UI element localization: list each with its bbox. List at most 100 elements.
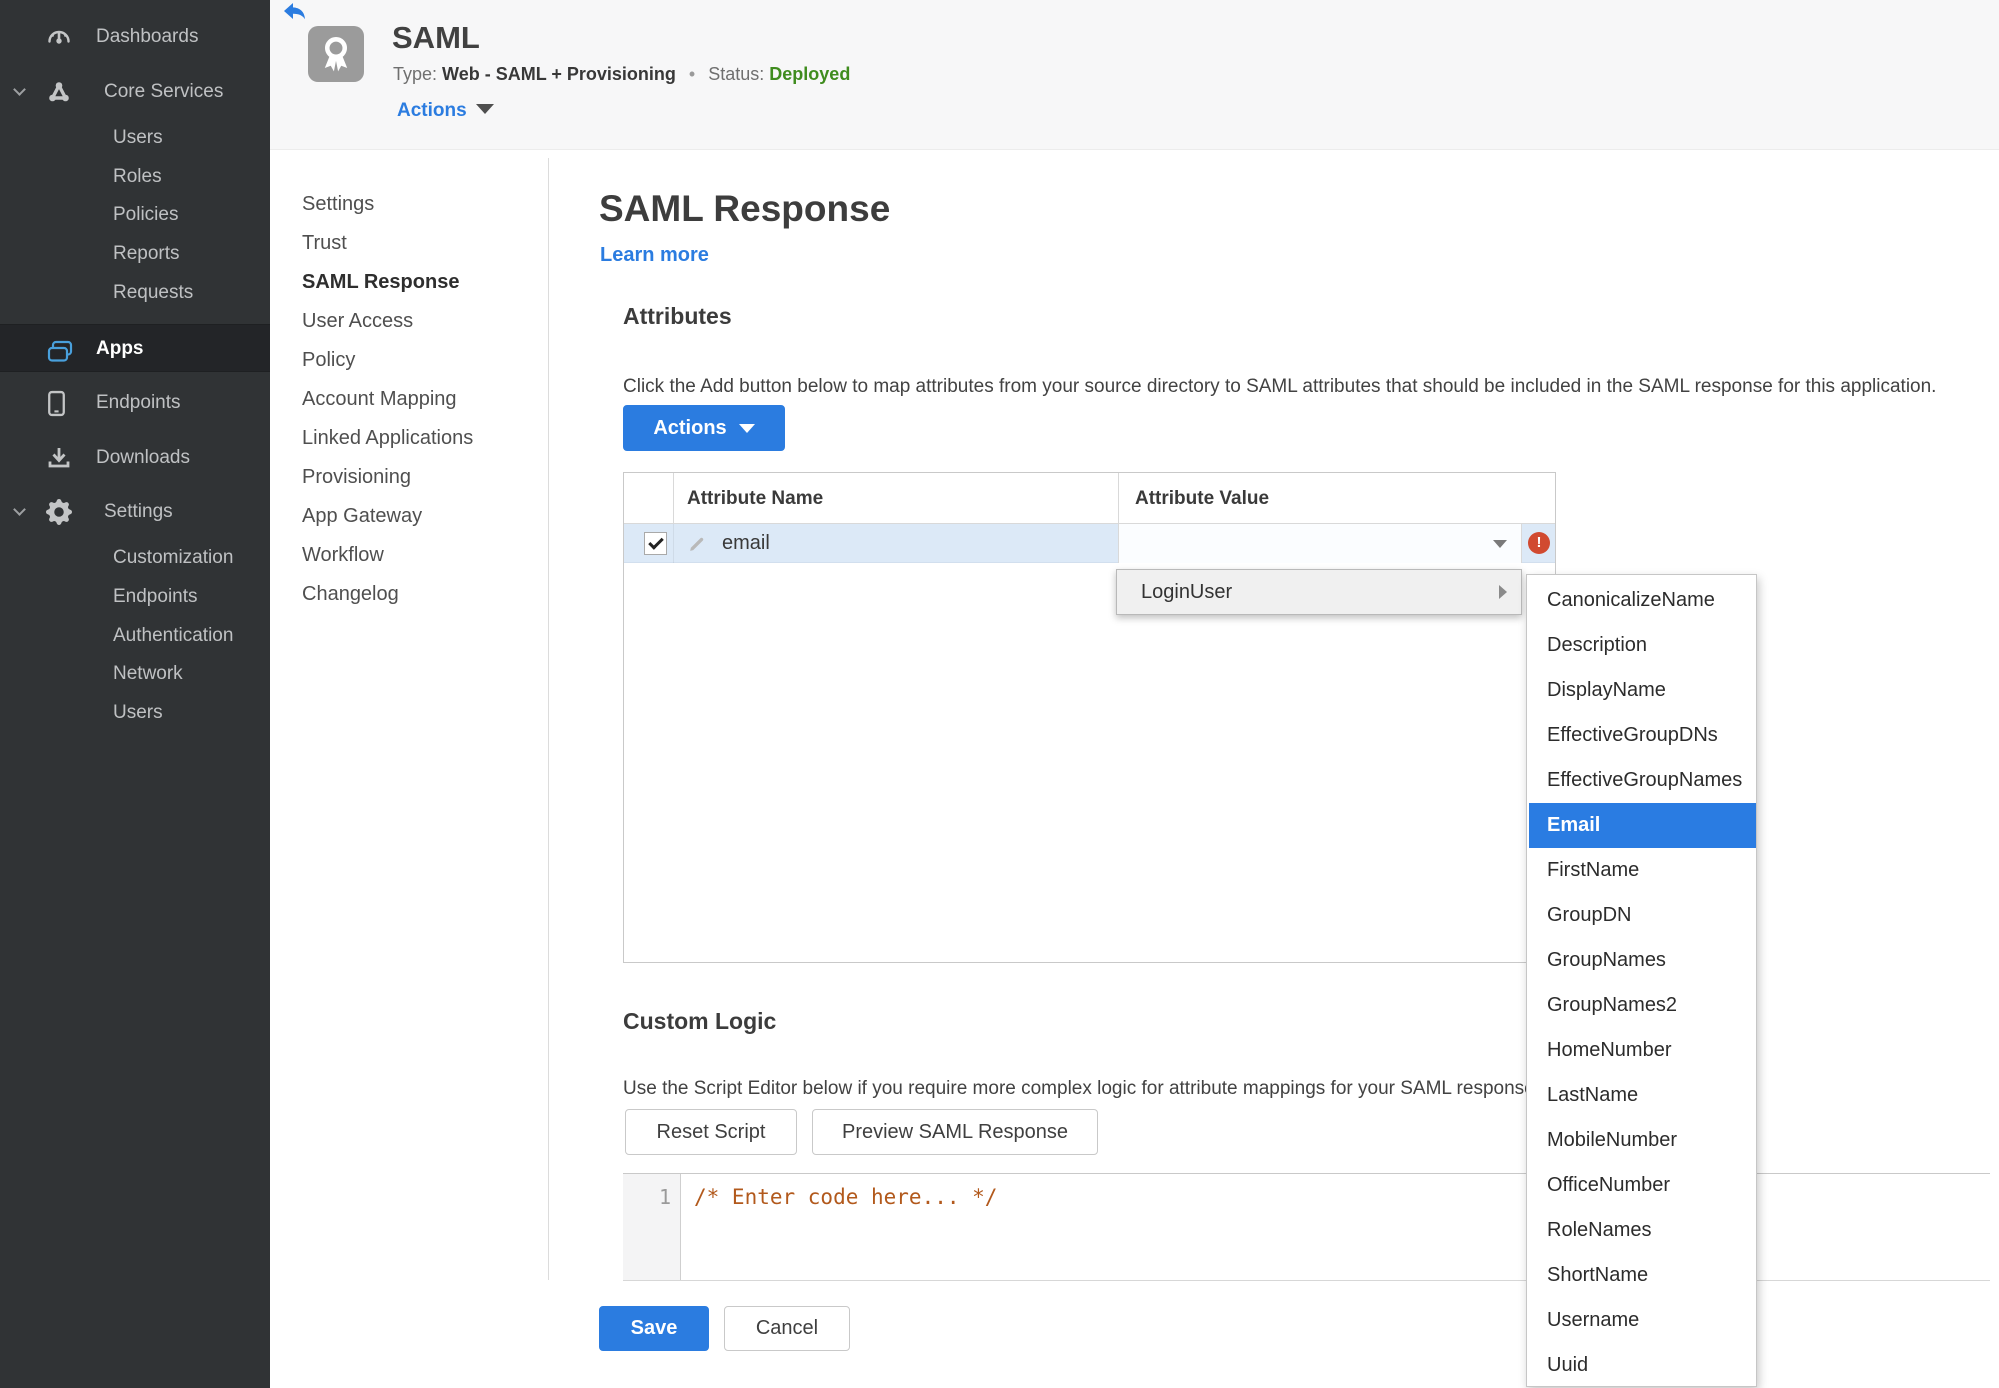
attributes-description: Click the Add button below to map attrib… xyxy=(623,376,1937,397)
sidebar-item-label: Users xyxy=(113,702,163,723)
header-actions-menu[interactable]: Actions xyxy=(397,100,494,122)
chevron-down-icon xyxy=(475,104,494,114)
subnav-item-settings[interactable]: Settings xyxy=(302,185,542,224)
column-header-attribute-name: Attribute Name xyxy=(673,473,823,524)
attributes-actions-label: Actions xyxy=(653,416,727,439)
sidebar: Dashboards Core Services Users Roles Policie… xyxy=(0,0,270,1388)
learn-more-link[interactable]: Learn more xyxy=(600,244,709,267)
edit-pencil-icon[interactable] xyxy=(688,534,707,553)
cancel-button[interactable]: Cancel xyxy=(724,1306,850,1351)
type-label: Type: xyxy=(393,64,438,84)
sidebar-item-customization[interactable]: Customization xyxy=(0,539,270,577)
submenu-option-shortname[interactable]: ShortName xyxy=(1529,1253,1756,1298)
submenu-option-mobilenumber[interactable]: MobileNumber xyxy=(1529,1118,1756,1163)
back-arrow-icon[interactable] xyxy=(282,2,308,22)
sidebar-item-downloads[interactable]: Downloads xyxy=(0,439,270,477)
editor-code: /* Enter code here... */ xyxy=(694,1185,998,1209)
sidebar-item-reports[interactable]: Reports xyxy=(0,235,270,273)
value-menu-loginuser[interactable]: LoginUser xyxy=(1116,569,1522,615)
submenu-option-uuid[interactable]: Uuid xyxy=(1529,1343,1756,1388)
chevron-down-icon xyxy=(1493,540,1507,548)
sidebar-item-label: Requests xyxy=(113,282,194,303)
submenu-option-rolenames[interactable]: RoleNames xyxy=(1529,1208,1756,1253)
subnav-item-workflow[interactable]: Workflow xyxy=(302,536,542,575)
submenu-option-groupdn[interactable]: GroupDN xyxy=(1529,893,1756,938)
submenu-option-homenumber[interactable]: HomeNumber xyxy=(1529,1028,1756,1073)
sidebar-item-endpoints[interactable]: Endpoints xyxy=(0,384,270,422)
submenu-option-canonicalizename[interactable]: CanonicalizeName xyxy=(1529,578,1756,623)
editor-gutter: 1 xyxy=(623,1174,681,1280)
submenu-option-groupnames[interactable]: GroupNames xyxy=(1529,938,1756,983)
chevron-down-icon[interactable] xyxy=(13,503,26,516)
subnav-item-app-gateway[interactable]: App Gateway xyxy=(302,497,542,536)
sidebar-item-dashboards[interactable]: Dashboards xyxy=(0,18,270,56)
attributes-actions-button[interactable]: Actions xyxy=(623,405,785,451)
subnav-item-linked-applications[interactable]: Linked Applications xyxy=(302,419,542,458)
subnav-item-trust[interactable]: Trust xyxy=(302,224,542,263)
app-window: Dashboards Core Services Users Roles Policie… xyxy=(0,0,1999,1388)
apps-icon xyxy=(46,336,73,362)
submenu-option-description[interactable]: Description xyxy=(1529,623,1756,668)
chevron-down-icon xyxy=(738,423,755,433)
reset-script-button[interactable]: Reset Script xyxy=(625,1109,797,1155)
sidebar-item-settings[interactable]: Settings xyxy=(0,493,270,531)
submenu-option-firstname[interactable]: FirstName xyxy=(1529,848,1756,893)
chevron-down-icon[interactable] xyxy=(13,83,26,96)
submenu-option-lastname[interactable]: LastName xyxy=(1529,1073,1756,1118)
subnav-item-user-access[interactable]: User Access xyxy=(302,302,542,341)
save-button[interactable]: Save xyxy=(599,1306,709,1351)
submenu-option-officenumber[interactable]: OfficeNumber xyxy=(1529,1163,1756,1208)
submenu-option-effectivegroupdns[interactable]: EffectiveGroupDNs xyxy=(1529,713,1756,758)
app-logo-icon xyxy=(308,26,364,82)
app-meta: Type: Web - SAML + Provisioning • Status… xyxy=(393,64,850,85)
meta-separator: • xyxy=(688,64,696,84)
sidebar-item-settings-users[interactable]: Users xyxy=(0,694,270,732)
table-row[interactable]: email ! xyxy=(624,524,1555,563)
sidebar-item-label: Core Services xyxy=(104,81,224,102)
sidebar-item-label: Settings xyxy=(104,501,173,522)
sidebar-item-label: Policies xyxy=(113,204,179,225)
script-editor[interactable]: 1 /* Enter code here... */ xyxy=(623,1173,1990,1281)
download-icon xyxy=(46,445,72,471)
sidebar-item-core-services[interactable]: Core Services xyxy=(0,73,270,111)
page-title: SAML Response xyxy=(599,188,891,229)
sidebar-item-users[interactable]: Users xyxy=(0,119,270,157)
submenu-option-displayname[interactable]: DisplayName xyxy=(1529,668,1756,713)
subnav-item-saml-response[interactable]: SAML Response xyxy=(302,263,542,302)
subnav-item-account-mapping[interactable]: Account Mapping xyxy=(302,380,542,419)
sidebar-item-requests[interactable]: Requests xyxy=(0,274,270,312)
attribute-name-cell: email xyxy=(722,532,770,554)
row-checkbox[interactable] xyxy=(644,532,667,555)
network-icon xyxy=(46,79,72,105)
subnav-item-policy[interactable]: Policy xyxy=(302,341,542,380)
header-actions-label: Actions xyxy=(397,100,467,121)
subnav-item-changelog[interactable]: Changelog xyxy=(302,575,542,614)
subnav-item-provisioning[interactable]: Provisioning xyxy=(302,458,542,497)
sidebar-item-authentication[interactable]: Authentication xyxy=(0,617,270,655)
submenu-option-email[interactable]: Email xyxy=(1529,803,1756,848)
custom-logic-description: Use the Script Editor below if you requi… xyxy=(623,1078,1540,1099)
attributes-table: Attribute Name Attribute Value email ! xyxy=(623,472,1556,963)
status-label: Status: xyxy=(708,64,765,84)
gauge-icon xyxy=(46,24,72,50)
submenu-option-groupnames2[interactable]: GroupNames2 xyxy=(1529,983,1756,1028)
gear-icon xyxy=(46,499,72,525)
submenu-option-effectivegroupnames[interactable]: EffectiveGroupNames xyxy=(1529,758,1756,803)
sidebar-item-label: Downloads xyxy=(96,447,190,468)
attribute-value-dropdown[interactable] xyxy=(1118,524,1522,563)
sidebar-item-label: Roles xyxy=(113,166,162,187)
submenu-option-username[interactable]: Username xyxy=(1529,1298,1756,1343)
sidebar-item-label: Endpoints xyxy=(113,586,198,607)
sidebar-item-label: Users xyxy=(113,127,163,148)
preview-saml-response-button[interactable]: Preview SAML Response xyxy=(812,1109,1098,1155)
device-icon xyxy=(46,390,72,417)
sidebar-item-apps[interactable]: Apps xyxy=(0,324,270,372)
sidebar-item-network[interactable]: Network xyxy=(0,655,270,693)
sidebar-item-roles[interactable]: Roles xyxy=(0,158,270,196)
sidebar-item-label: Apps xyxy=(96,338,144,359)
error-icon: ! xyxy=(1528,532,1550,554)
sidebar-item-settings-endpoints[interactable]: Endpoints xyxy=(0,578,270,616)
sidebar-item-label: Dashboards xyxy=(96,26,199,47)
sidebar-item-policies[interactable]: Policies xyxy=(0,196,270,234)
attributes-heading: Attributes xyxy=(623,303,732,329)
